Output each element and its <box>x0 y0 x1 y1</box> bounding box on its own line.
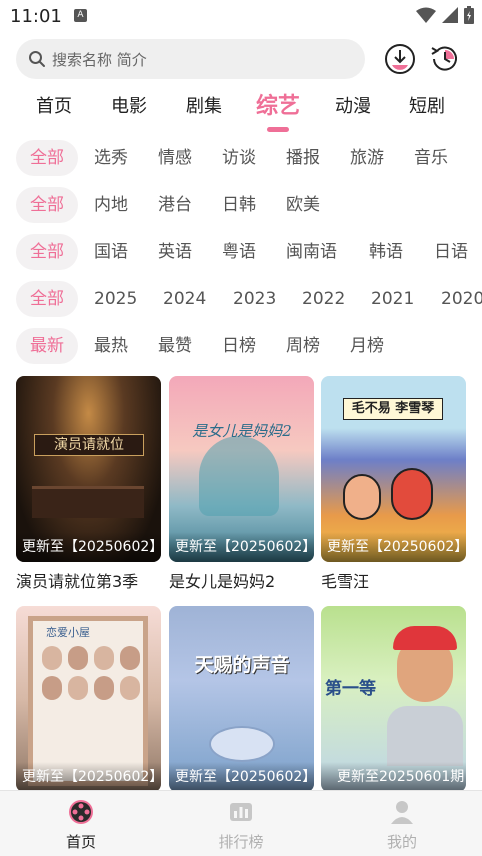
filter-chip[interactable]: 音乐 <box>414 140 448 176</box>
filter-chip[interactable]: 2021 <box>371 281 414 317</box>
search-input[interactable]: 搜索名称 简介 <box>16 39 365 79</box>
filter-chip[interactable]: 日榜 <box>222 328 256 364</box>
poster-cap <box>393 626 457 650</box>
filter-chip[interactable]: 最新 <box>16 328 78 364</box>
battery-icon <box>464 6 474 24</box>
poster-image: 天赐的声音 更新至【20250602】 <box>169 606 314 792</box>
filter-chip[interactable]: 全部 <box>16 234 78 270</box>
filter-chip[interactable]: 日韩 <box>222 187 256 223</box>
filter-chip[interactable]: 全部 <box>16 140 78 176</box>
nav-home[interactable]: 首页 <box>41 799 121 852</box>
filter-chip[interactable]: 周榜 <box>286 328 320 364</box>
filter-chip[interactable]: 2022 <box>302 281 345 317</box>
poster-stage <box>32 486 144 518</box>
nav-label: 排行榜 <box>218 833 264 851</box>
wifi-icon <box>416 7 436 23</box>
status-time: 11:01 <box>10 6 62 27</box>
filter-chip[interactable]: 韩语 <box>369 234 403 270</box>
card-title: 演员请就位第3季 <box>16 572 139 591</box>
search-placeholder: 搜索名称 简介 <box>52 50 147 69</box>
poster-title-text: 是女儿是妈妈2 <box>192 422 292 440</box>
update-status: 更新至【20250602】 <box>22 539 158 555</box>
poster-title-text: 恋爱小屋 <box>46 626 90 639</box>
filter-chip[interactable]: 2023 <box>233 281 276 317</box>
history-icon[interactable] <box>428 42 462 76</box>
film-reel-icon <box>69 800 93 824</box>
filter-chip[interactable]: 国语 <box>94 234 128 270</box>
filter-chip[interactable]: 英语 <box>158 234 192 270</box>
download-icon[interactable] <box>383 42 417 76</box>
poster-title-text: 第一等 <box>325 679 376 699</box>
filter-row-year: 全部 2025 2024 2023 2022 2021 2020 <box>0 281 482 319</box>
main-tabs: 首页 电影 剧集 综艺 动漫 短剧 <box>0 86 482 128</box>
update-status: 更新至【20250602】 <box>22 769 158 785</box>
user-icon <box>391 801 413 824</box>
poster-image: 是女儿是妈妈2 更新至【20250602】 <box>169 376 314 562</box>
filter-chip[interactable]: 2024 <box>163 281 206 317</box>
tab-home[interactable]: 首页 <box>24 92 84 118</box>
filter-chip[interactable]: 播报 <box>286 140 320 176</box>
status-bar: 11:01 A <box>0 0 482 34</box>
poster-title-text: 天赐的声音 <box>194 654 290 676</box>
filter-chip[interactable]: 内地 <box>94 187 128 223</box>
filter-chip[interactable]: 选秀 <box>94 140 128 176</box>
nav-label: 首页 <box>65 833 96 851</box>
filter-chip[interactable]: 全部 <box>16 187 78 223</box>
filter-chip[interactable]: 粤语 <box>222 234 256 270</box>
poster-image: 第一等 更新至20250601期 <box>321 606 466 792</box>
card-title: 是女儿是妈妈2 <box>169 572 276 591</box>
active-tab-indicator <box>267 127 289 132</box>
poster-image: 演员请就位 更新至【20250602】 <box>16 376 161 562</box>
poster-character <box>391 468 433 520</box>
tab-variety[interactable]: 综艺 <box>248 88 308 120</box>
filter-chip[interactable]: 港台 <box>158 187 192 223</box>
nav-ranking[interactable]: 排行榜 <box>201 799 281 852</box>
tab-short-drama[interactable]: 短剧 <box>397 92 457 118</box>
nav-label: 我的 <box>386 833 417 851</box>
poster-title-text: 毛不易 李雪琴 <box>343 398 443 420</box>
poster-title-text: 演员请就位 <box>34 434 144 456</box>
filter-chip[interactable]: 闽南语 <box>286 234 337 270</box>
signal-icon <box>442 7 458 23</box>
nav-profile[interactable]: 我的 <box>362 799 442 852</box>
filter-chip[interactable]: 最赞 <box>158 328 192 364</box>
filter-row-sort: 最新 最热 最赞 日榜 周榜 月榜 <box>0 328 482 366</box>
poster-silhouette <box>199 436 279 516</box>
update-status: 更新至【20250602】 <box>175 769 311 785</box>
filter-chip[interactable]: 日语 <box>434 234 468 270</box>
tab-series[interactable]: 剧集 <box>174 92 234 118</box>
filter-row-category: 全部 选秀 情感 访谈 播报 旅游 音乐 <box>0 140 482 178</box>
filter-chip[interactable]: 最热 <box>94 328 128 364</box>
poster-character <box>343 474 381 520</box>
filter-chip[interactable]: 欧美 <box>286 187 320 223</box>
filter-chip[interactable]: 情感 <box>158 140 192 176</box>
update-status: 更新至20250601期 <box>337 769 465 785</box>
notification-icon: A <box>74 9 87 22</box>
filter-chip[interactable]: 访谈 <box>222 140 256 176</box>
tab-anime[interactable]: 动漫 <box>323 92 383 118</box>
filter-chip[interactable]: 2020 <box>441 281 482 317</box>
update-status: 更新至【20250602】 <box>327 539 463 555</box>
search-icon <box>29 51 45 67</box>
filter-chip[interactable]: 全部 <box>16 281 78 317</box>
poster-image: 恋爱小屋 更新至【20250602】 <box>16 606 161 792</box>
poster-stage <box>209 726 275 762</box>
card-title: 毛雪汪 <box>321 572 370 591</box>
filter-row-region: 全部 内地 港台 日韩 欧美 <box>0 187 482 225</box>
ranking-icon <box>230 803 252 821</box>
bottom-nav: 首页 排行榜 我的 <box>0 790 482 856</box>
filter-row-language: 全部 国语 英语 粤语 闽南语 韩语 日语 <box>0 234 482 272</box>
filter-chip[interactable]: 旅游 <box>350 140 384 176</box>
filter-chip[interactable]: 月榜 <box>350 328 384 364</box>
poster-image: 毛不易 李雪琴 更新至【20250602】 <box>321 376 466 562</box>
update-status: 更新至【20250602】 <box>175 539 311 555</box>
filter-chip[interactable]: 2025 <box>94 281 137 317</box>
tab-movies[interactable]: 电影 <box>99 92 159 118</box>
